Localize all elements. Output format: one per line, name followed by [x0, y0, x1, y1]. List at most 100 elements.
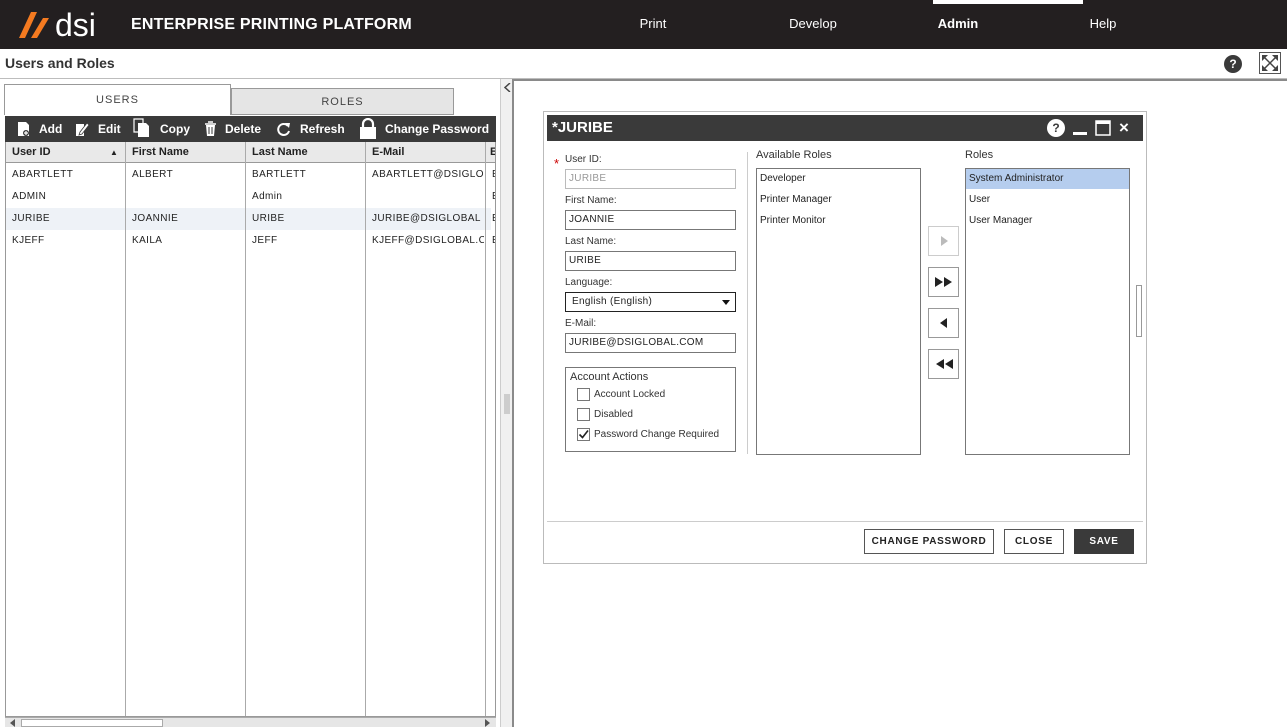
help-icon[interactable]: ?	[1224, 55, 1242, 73]
cell-user-id[interactable]: KJEFF	[12, 235, 45, 246]
dialog-resize-handle[interactable]	[1136, 285, 1142, 337]
refresh-icon	[277, 123, 290, 136]
remove-all-roles-button[interactable]	[928, 349, 959, 379]
account-locked-checkbox[interactable]	[577, 388, 590, 401]
last-name-label: Last Name:	[565, 236, 617, 247]
first-name-label: First Name:	[565, 195, 617, 206]
tab-roles[interactable]: ROLES	[231, 88, 454, 115]
account-locked-label: Account Locked	[594, 389, 666, 400]
column-header-extra[interactable]: E	[490, 146, 495, 158]
cell-email[interactable]: KJEFF@DSIGLOBAL.C	[372, 235, 484, 246]
add-all-roles-button[interactable]	[928, 267, 959, 297]
cell-extra[interactable]: E	[492, 169, 495, 180]
cell-first-name[interactable]: KAILA	[132, 235, 162, 246]
nav-print[interactable]: Print	[593, 16, 713, 31]
nav-active-indicator	[933, 0, 1083, 4]
horizontal-scrollbar[interactable]	[5, 717, 496, 727]
cell-last-name[interactable]: BARTLETT	[252, 169, 306, 180]
nav-develop[interactable]: Develop	[753, 16, 873, 31]
arrow-left-icon	[940, 318, 947, 328]
cell-user-id[interactable]: ABARTLETT	[12, 169, 73, 180]
copy-button[interactable]: Copy	[133, 118, 193, 138]
scroll-right-icon[interactable]	[483, 719, 491, 727]
logo-text: dsi	[55, 8, 96, 42]
disabled-checkbox[interactable]	[577, 408, 590, 421]
change-password-dialog-button[interactable]: CHANGE PASSWORD	[864, 529, 994, 554]
dialog-close-icon[interactable]: ×	[1119, 118, 1129, 138]
save-button[interactable]: SAVE	[1074, 529, 1134, 554]
password-change-required-label: Password Change Required	[594, 429, 720, 440]
chevron-down-icon	[722, 300, 730, 305]
horizontal-scroll-thumb[interactable]	[21, 719, 163, 727]
cell-last-name[interactable]: URIBE	[252, 213, 285, 224]
available-role-item[interactable]: Printer Manager	[757, 190, 920, 210]
column-header-user-id[interactable]: User ID	[12, 146, 51, 158]
column-header-last-name[interactable]: Last Name	[252, 146, 308, 158]
cell-last-name[interactable]: JEFF	[252, 235, 278, 246]
assigned-role-item[interactable]: User Manager	[966, 211, 1129, 231]
last-name-field[interactable]: URIBE	[565, 251, 736, 271]
users-panel: USERS ROLES Add Edit Copy Delete Refresh…	[0, 79, 500, 727]
account-actions-label: Account Actions	[570, 371, 649, 383]
cell-extra[interactable]: E	[492, 191, 495, 202]
cell-last-name[interactable]: Admin	[252, 191, 282, 202]
close-button[interactable]: CLOSE	[1004, 529, 1064, 554]
panel-splitter[interactable]	[500, 79, 514, 727]
page-title: Users and Roles	[5, 55, 115, 71]
roles-label: Roles	[965, 149, 994, 161]
cell-user-id[interactable]: JURIBE	[12, 213, 50, 224]
cell-extra[interactable]: E	[492, 235, 495, 246]
double-arrow-left-icon	[936, 359, 953, 369]
remove-role-button[interactable]	[928, 308, 959, 338]
app-title: ENTERPRISE PRINTING PLATFORM	[131, 16, 412, 33]
cell-email[interactable]: JURIBE@DSIGLOBAL	[372, 213, 484, 224]
edit-label: Edit	[98, 122, 121, 136]
dsi-logo[interactable]: dsi	[17, 7, 117, 43]
cell-email[interactable]: ABARTLETT@DSIGLO	[372, 169, 484, 180]
password-change-required-checkbox[interactable]	[577, 428, 590, 441]
tab-users[interactable]: USERS	[4, 84, 231, 115]
available-role-item[interactable]: Printer Monitor	[757, 211, 920, 231]
column-header-first-name[interactable]: First Name	[132, 146, 189, 158]
nav-help[interactable]: Help	[1043, 16, 1163, 31]
available-role-item[interactable]: Developer	[757, 169, 920, 189]
add-button[interactable]: Add	[17, 120, 67, 138]
available-roles-label: Available Roles	[756, 149, 832, 161]
drag-handle-icon[interactable]	[504, 394, 510, 414]
cell-extra[interactable]: E	[492, 213, 495, 224]
scroll-left-icon[interactable]	[9, 719, 17, 727]
nav-admin[interactable]: Admin	[898, 16, 1018, 31]
language-select[interactable]: English (English)	[565, 292, 736, 312]
refresh-label: Refresh	[300, 122, 345, 136]
available-roles-list[interactable]: Developer Printer Manager Printer Monito…	[756, 168, 921, 455]
email-field[interactable]: JURIBE@DSIGLOBAL.COM	[565, 333, 736, 353]
checkmark-icon	[578, 430, 589, 439]
expand-icon[interactable]	[1259, 52, 1281, 74]
first-name-field[interactable]: JOANNIE	[565, 210, 736, 230]
user-id-label: User ID:	[565, 154, 602, 165]
edit-button[interactable]: Edit	[75, 120, 127, 138]
cell-first-name[interactable]: JOANNIE	[132, 213, 178, 224]
users-toolbar: Add Edit Copy Delete Refresh Change Pass…	[5, 116, 496, 142]
refresh-button[interactable]: Refresh	[276, 120, 346, 138]
user-id-field: JURIBE	[565, 169, 736, 189]
dialog-title: *JURIBE	[552, 119, 613, 136]
maximize-icon[interactable]	[1095, 120, 1111, 136]
dialog-title-bar[interactable]: *JURIBE ? ×	[547, 115, 1143, 141]
add-role-button[interactable]	[928, 226, 959, 256]
delete-button[interactable]: Delete	[204, 120, 266, 138]
column-header-email[interactable]: E-Mail	[372, 146, 404, 158]
sort-ascending-icon[interactable]: ▲	[110, 148, 118, 157]
assigned-role-item[interactable]: User	[966, 190, 1129, 210]
add-label: Add	[39, 122, 63, 136]
cell-first-name[interactable]: ALBERT	[132, 169, 173, 180]
trash-icon	[205, 121, 216, 136]
change-password-button[interactable]: Change Password	[359, 118, 493, 140]
column-last-name: Last Name BARTLETT Admin URIBE JEFF	[246, 142, 366, 716]
collapse-left-icon[interactable]	[504, 83, 511, 92]
assigned-role-item[interactable]: System Administrator	[966, 169, 1129, 189]
minimize-icon[interactable]	[1072, 121, 1088, 137]
assigned-roles-list[interactable]: System Administrator User User Manager	[965, 168, 1130, 455]
cell-user-id[interactable]: ADMIN	[12, 191, 46, 202]
dialog-help-icon[interactable]: ?	[1047, 119, 1065, 137]
